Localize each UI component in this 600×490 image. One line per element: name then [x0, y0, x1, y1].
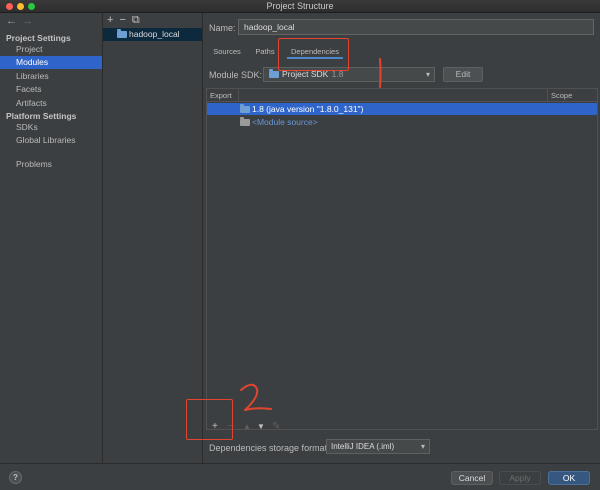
help-button[interactable]: ?: [9, 471, 22, 484]
move-down-icon[interactable]: ▼: [257, 422, 265, 431]
dependencies-table: Export Scope 1.8 (java version "1.8.0_13…: [206, 88, 598, 430]
add-module-icon[interactable]: +: [107, 14, 113, 26]
sdk-version: 1.8: [331, 69, 344, 79]
chevron-down-icon: ▾: [420, 442, 425, 451]
window-titlebar: Project Structure: [0, 0, 600, 13]
export-column-header[interactable]: Export: [210, 89, 232, 102]
module-item-label: hadoop_local: [129, 29, 180, 39]
scope-column-header[interactable]: Scope: [551, 89, 572, 102]
sidebar-item-modules[interactable]: Modules: [0, 56, 102, 69]
module-sdk-dropdown[interactable]: Project SDK 1.8 ▾: [263, 67, 435, 82]
jdk-folder-icon: [240, 104, 250, 114]
dependency-label: 1.8 (java version "1.8.0_131"): [252, 104, 364, 114]
dependency-label: <Module source>: [252, 117, 318, 127]
apply-button[interactable]: Apply: [499, 471, 541, 485]
remove-dependency-icon[interactable]: −: [228, 421, 234, 432]
module-item-hadoop-local[interactable]: hadoop_local: [103, 28, 202, 41]
add-dependency-icon[interactable]: +: [212, 421, 218, 432]
sidebar-item-project[interactable]: Project: [0, 43, 102, 56]
sidebar-item-sdks[interactable]: SDKs: [0, 121, 102, 134]
tab-paths[interactable]: Paths: [251, 45, 279, 59]
source-folder-icon: [240, 117, 250, 127]
cancel-button[interactable]: Cancel: [451, 471, 493, 485]
platform-settings-header: Platform Settings: [6, 111, 77, 121]
module-sdk-label: Module SDK:: [209, 70, 263, 80]
module-name-field[interactable]: [238, 19, 594, 35]
chevron-down-icon: ▾: [425, 70, 430, 79]
sidebar-item-artifacts[interactable]: Artifacts: [0, 97, 102, 110]
settings-sidebar: ← → Project Settings Project Modules Libr…: [0, 13, 103, 463]
storage-format-dropdown[interactable]: IntelliJ IDEA (.iml) ▾: [326, 439, 430, 454]
column-divider: [547, 89, 548, 102]
edit-sdk-button[interactable]: Edit: [443, 67, 483, 82]
copy-module-icon[interactable]: ⧉: [132, 14, 140, 26]
sdk-folder-icon: [269, 69, 279, 79]
table-row[interactable]: 1.8 (java version "1.8.0_131"): [207, 103, 597, 115]
sidebar-item-problems[interactable]: Problems: [0, 158, 102, 171]
nav-arrows: ← →: [6, 15, 38, 27]
name-label: Name:: [209, 23, 236, 33]
dependencies-table-header: Export Scope: [207, 89, 597, 102]
forward-arrow-icon[interactable]: →: [22, 15, 33, 27]
tab-dependencies[interactable]: Dependencies: [287, 45, 343, 59]
dialog-footer: ? Cancel Apply OK: [0, 463, 600, 490]
sidebar-item-facets[interactable]: Facets: [0, 83, 102, 96]
remove-module-icon[interactable]: −: [119, 14, 125, 26]
back-arrow-icon[interactable]: ←: [6, 15, 17, 27]
window-title: Project Structure: [266, 1, 334, 11]
storage-format-label: Dependencies storage format:: [209, 443, 330, 453]
sidebar-item-libraries[interactable]: Libraries: [0, 70, 102, 83]
storage-format-value: IntelliJ IDEA (.iml): [331, 442, 395, 451]
sidebar-item-global-libraries[interactable]: Global Libraries: [0, 134, 102, 147]
table-row[interactable]: <Module source>: [207, 116, 597, 128]
modules-toolbar: + − ⧉: [107, 14, 146, 27]
dependencies-toolbar: + − ▲ ▼ ✎: [206, 418, 598, 436]
ok-button[interactable]: OK: [548, 471, 590, 485]
annotation-mark-1: 1: [379, 58, 382, 88]
sdk-value: Project SDK: [282, 69, 329, 79]
tab-sources[interactable]: Sources: [211, 45, 243, 59]
edit-pencil-icon[interactable]: ✎: [272, 421, 280, 432]
annotation-mark-2: 2: [240, 383, 272, 411]
column-divider: [238, 89, 239, 102]
module-folder-icon: [117, 29, 127, 39]
modules-pane: + − ⧉ hadoop_local: [103, 13, 203, 463]
move-up-icon[interactable]: ▲: [243, 422, 251, 431]
project-settings-header: Project Settings: [6, 33, 71, 43]
